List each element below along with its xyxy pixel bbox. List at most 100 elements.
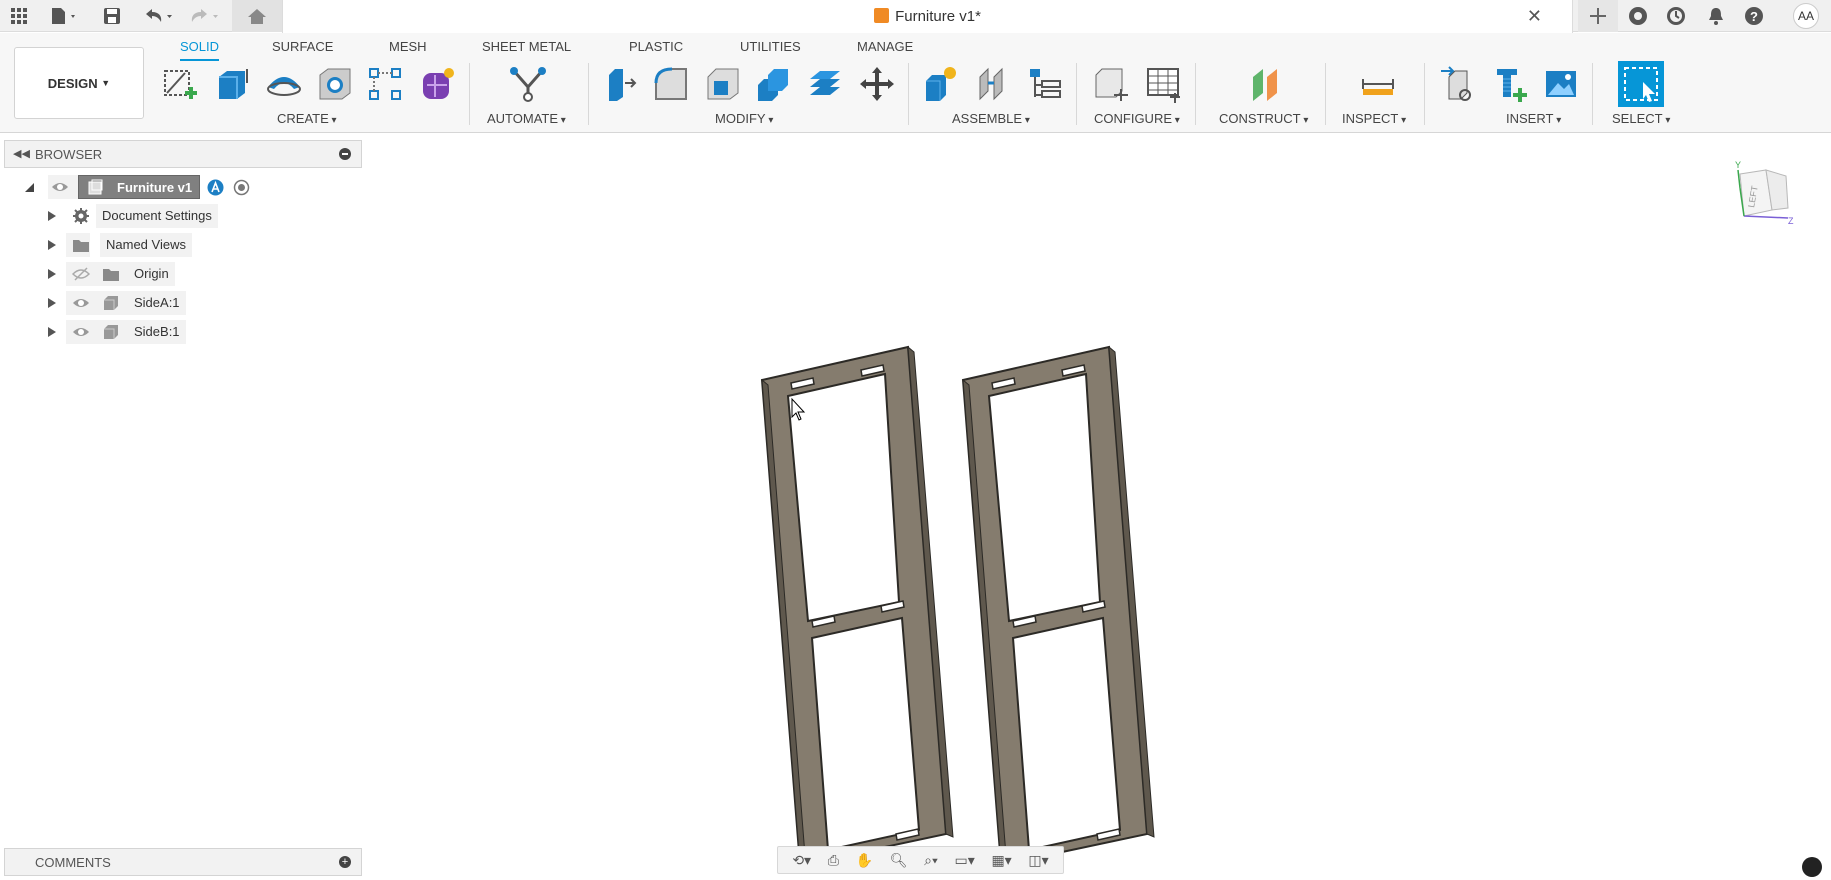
form-icon[interactable]	[418, 63, 458, 105]
bill-of-materials-icon[interactable]	[1025, 63, 1065, 105]
construct-menu[interactable]: CONSTRUCT	[1219, 111, 1308, 126]
combine-icon[interactable]	[753, 63, 793, 105]
tab-manage[interactable]: MANAGE	[857, 37, 913, 61]
comments-panel-header[interactable]: COMMENTS +	[4, 848, 362, 876]
assemble-menu[interactable]: ASSEMBLE	[952, 111, 1030, 126]
chevron-down-icon: ▼	[101, 78, 111, 88]
shell-icon[interactable]	[703, 63, 743, 105]
workspace-label: DESIGN	[47, 75, 98, 91]
insert-canvas-icon[interactable]	[1541, 63, 1581, 105]
automate-icon[interactable]	[508, 63, 548, 105]
notifications-icon[interactable]	[1704, 4, 1728, 28]
tab-plastic[interactable]: PLASTIC	[629, 37, 683, 61]
hidden-eye-icon[interactable]	[72, 266, 90, 282]
expand-triangle-icon[interactable]	[48, 269, 56, 279]
save-icon[interactable]	[100, 4, 124, 28]
hole-icon[interactable]	[315, 63, 355, 105]
offset-plane-icon[interactable]	[1246, 63, 1286, 105]
activity-status-icon[interactable]	[1802, 857, 1822, 877]
expand-triangle-icon[interactable]	[48, 211, 56, 221]
tree-item-named-views[interactable]: Named Views	[0, 233, 362, 257]
home-icon[interactable]	[232, 0, 282, 32]
gear-icon	[73, 208, 89, 224]
extrude-icon[interactable]	[212, 63, 252, 105]
folder-icon	[73, 240, 89, 252]
viewports-icon[interactable]: ◫▾	[1028, 852, 1048, 869]
tree-item-sidea[interactable]: SideA:1	[0, 291, 362, 315]
extensions-icon[interactable]	[1626, 4, 1650, 28]
browser-root-node[interactable]: Furniture v1	[0, 175, 362, 199]
tab-mesh[interactable]: MESH	[389, 37, 427, 61]
zoom-icon[interactable]: 🔍︎	[890, 852, 908, 869]
add-comment-icon[interactable]: +	[339, 856, 351, 868]
undo-icon[interactable]	[140, 4, 176, 28]
orbit-icon[interactable]: ⟲▾	[792, 852, 811, 869]
display-settings-icon[interactable]: ▭▾	[955, 852, 975, 869]
side-b-frame[interactable]	[961, 345, 1155, 869]
select-menu[interactable]: SELECT	[1612, 111, 1670, 126]
tab-solid[interactable]: SOLID	[180, 37, 220, 61]
configuration-table-icon[interactable]	[1143, 63, 1183, 105]
visibility-eye-icon[interactable]	[51, 179, 69, 195]
grid-settings-icon[interactable]: ▦▾	[991, 852, 1011, 869]
user-avatar[interactable]: AA	[1793, 3, 1819, 29]
ribbon-divider	[469, 63, 470, 125]
configure-menu[interactable]: CONFIGURE	[1094, 111, 1180, 126]
redo-icon[interactable]	[186, 4, 222, 28]
minimize-panel-icon[interactable]	[339, 148, 351, 160]
activate-component-icon[interactable]	[207, 179, 224, 196]
press-pull-icon[interactable]	[600, 63, 640, 105]
joint-icon[interactable]	[973, 63, 1013, 105]
ribbon-divider	[1424, 63, 1425, 125]
help-icon[interactable]: ?	[1742, 4, 1766, 28]
tree-item-label: Origin	[128, 262, 175, 286]
tab-utilities[interactable]: UTILITIES	[740, 37, 801, 61]
browser-panel-header[interactable]: ◀◀ BROWSER	[4, 140, 362, 168]
insert-derive-icon[interactable]	[1438, 63, 1478, 105]
move-icon[interactable]	[857, 63, 897, 105]
side-a-frame[interactable]	[760, 345, 954, 869]
look-at-icon[interactable]: ⎙	[828, 852, 839, 869]
svg-text:?: ?	[1750, 9, 1758, 24]
create-menu[interactable]: CREATE	[277, 111, 337, 126]
expand-triangle-icon[interactable]	[48, 298, 56, 308]
new-tab-plus-icon[interactable]	[1578, 0, 1618, 32]
model-canvas[interactable]	[363, 134, 1831, 880]
insert-menu[interactable]: INSERT	[1506, 111, 1561, 126]
workspace-switcher[interactable]: DESIGN ▼	[14, 47, 144, 119]
tab-sheet-metal[interactable]: SHEET METAL	[482, 37, 571, 61]
measure-icon[interactable]	[1358, 63, 1398, 105]
create-sketch-icon[interactable]	[160, 63, 200, 105]
automate-menu[interactable]: AUTOMATE	[487, 111, 566, 126]
revolve-icon[interactable]	[264, 63, 304, 105]
close-tab-icon[interactable]: ✕	[1527, 6, 1542, 27]
viewcube[interactable]: Y LEFT Z	[1732, 158, 1808, 234]
expand-triangle-icon[interactable]	[48, 240, 56, 250]
visibility-eye-icon[interactable]	[72, 324, 90, 340]
modify-menu[interactable]: MODIFY	[715, 111, 773, 126]
document-tab[interactable]: Furniture v1* ✕	[282, 0, 1573, 33]
tree-item-document-settings[interactable]: Document Settings	[0, 204, 362, 228]
insert-mcmaster-icon[interactable]	[1490, 63, 1530, 105]
new-component-icon[interactable]	[921, 63, 961, 105]
fit-icon[interactable]: ⌕▾	[924, 852, 938, 869]
file-icon[interactable]	[46, 4, 82, 28]
expand-triangle-icon[interactable]	[48, 327, 56, 337]
configure-icon[interactable]	[1091, 63, 1131, 105]
tree-item-sideb[interactable]: SideB:1	[0, 320, 362, 344]
radio-target-icon[interactable]	[233, 179, 250, 196]
collapse-triangle-icon[interactable]	[25, 183, 34, 192]
tree-item-origin[interactable]: Origin	[0, 262, 362, 286]
3d-viewport[interactable]	[363, 134, 1831, 880]
inspect-menu[interactable]: INSPECT	[1342, 111, 1406, 126]
fillet-icon[interactable]	[651, 63, 691, 105]
offset-face-icon[interactable]	[805, 63, 845, 105]
tab-surface[interactable]: SURFACE	[272, 37, 333, 61]
pattern-icon[interactable]	[365, 63, 405, 105]
apps-grid-icon[interactable]	[8, 4, 30, 28]
select-icon[interactable]	[1618, 61, 1664, 107]
visibility-eye-icon[interactable]	[72, 295, 90, 311]
job-status-icon[interactable]	[1664, 4, 1688, 28]
collapse-panel-icon[interactable]: ◀◀	[13, 147, 30, 160]
pan-icon[interactable]: ✋	[856, 852, 873, 869]
